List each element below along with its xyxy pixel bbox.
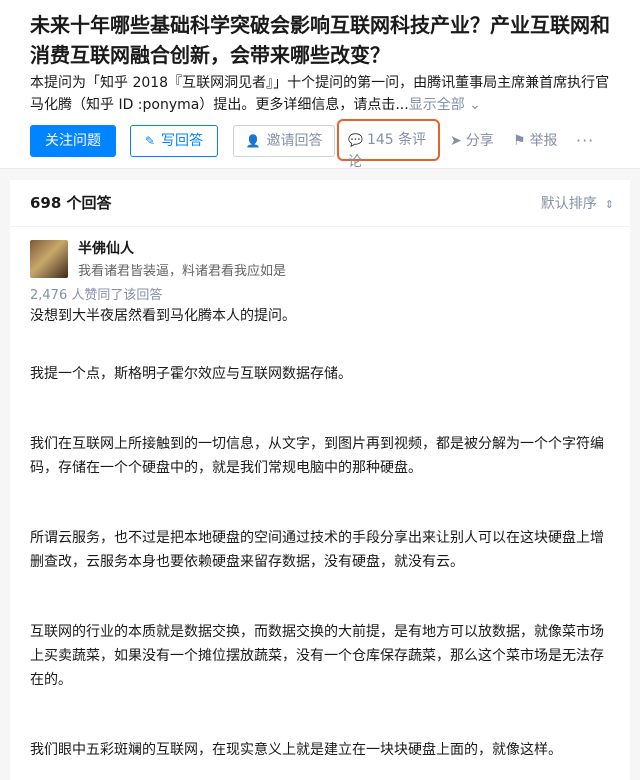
paper-plane-icon: ➤ — [450, 133, 462, 149]
question-detail: 本提问为「知乎 2018『互联网洞见者』」十个提问的第一问，由腾讯董事局主席兼首… — [30, 72, 620, 116]
answer-paragraph: 我们眼中五彩斑斓的互联网，在现实意义上就是建立在一块块硬盘上面的，就像这样。 — [30, 742, 562, 758]
avatar[interactable] — [30, 240, 68, 278]
write-answer-label: 写回答 — [161, 133, 204, 149]
report-label: 举报 — [529, 133, 558, 149]
flag-icon: ⚑ — [513, 133, 526, 149]
write-answer-button[interactable]: ✎ 写回答 — [130, 125, 218, 157]
answer-content: 没想到大半夜居然看到马化腾本人的提问。 我提一个点，斯格明子霍尔效应与互联网数据… — [30, 304, 616, 762]
answer-paragraph: 我们在互联网上所接触到的一切信息，从文字，到图片再到视频，都是被分解为一个个字符… — [30, 436, 604, 476]
share-label: 分享 — [465, 133, 494, 149]
comments-button[interactable]: 💬 145 条评论 — [337, 119, 440, 170]
question-title: 未来十年哪些基础科学突破会影响互联网科技产业？产业互联网和消费互联网融合创新，会… — [30, 13, 610, 67]
sort-arrows-icon: ⇕ — [604, 198, 614, 211]
follow-question-button[interactable]: 关注问题 — [30, 125, 116, 157]
question-detail-text: 本提问为「知乎 2018『互联网洞见者』」十个提问的第一问，由腾讯董事局主席兼首… — [30, 75, 610, 113]
report-button[interactable]: ⚑ 举报 — [513, 125, 558, 157]
answer-paragraph: 我提一个点，斯格明子霍尔效应与互联网数据存储。 — [30, 366, 352, 382]
invite-answer-button[interactable]: 👤 邀请回答 — [233, 125, 335, 157]
answers-header: 698 个回答 默认排序 ⇕ — [10, 180, 630, 227]
add-person-icon: 👤 — [245, 134, 261, 148]
answers-card: 698 个回答 默认排序 ⇕ 半佛仙人 我看诸君皆装逼，料诸君看我应如是 2,47… — [10, 180, 630, 780]
comment-bubble-icon: 💬 — [348, 133, 363, 147]
answer-count: 698 个回答 — [30, 194, 112, 212]
follow-question-label: 关注问题 — [45, 133, 101, 149]
question-header: 未来十年哪些基础科学突破会影响互联网科技产业？产业互联网和消费互联网融合创新，会… — [0, 0, 640, 170]
more-options-button[interactable]: ··· — [576, 125, 594, 157]
author-name[interactable]: 半佛仙人 — [78, 238, 134, 258]
share-button[interactable]: ➤ 分享 — [450, 125, 494, 157]
answer-paragraph: 互联网的行业的本质就是数据交换，而数据交换的大前提，是有地方可以放数据，就像菜市… — [30, 624, 604, 688]
sort-label: 默认排序 — [540, 196, 597, 212]
author-bio: 我看诸君皆装逼，料诸君看我应如是 — [78, 264, 287, 279]
pencil-icon: ✎ — [144, 134, 156, 148]
answer-paragraph: 所谓云服务，也不过是把本地硬盘的空间通过技术的手段分享出来让别人可以在这块硬盘上… — [30, 530, 604, 570]
sort-dropdown[interactable]: 默认排序 ⇕ — [541, 193, 614, 213]
show-all-link[interactable]: 显示全部 ⌄ — [409, 97, 481, 113]
answer-author: 半佛仙人 我看诸君皆装逼，料诸君看我应如是 — [30, 240, 610, 280]
answer-paragraph: 没想到大半夜居然看到马化腾本人的提问。 — [30, 308, 296, 324]
invite-answer-label: 邀请回答 — [266, 133, 323, 149]
question-actions: 关注问题 ✎ 写回答 👤 邀请回答 💬 145 条评论 ➤ 分享 ⚑ 举报 ··· — [30, 119, 630, 170]
vote-count[interactable]: 2,476 人赞同了该回答 — [30, 284, 162, 303]
